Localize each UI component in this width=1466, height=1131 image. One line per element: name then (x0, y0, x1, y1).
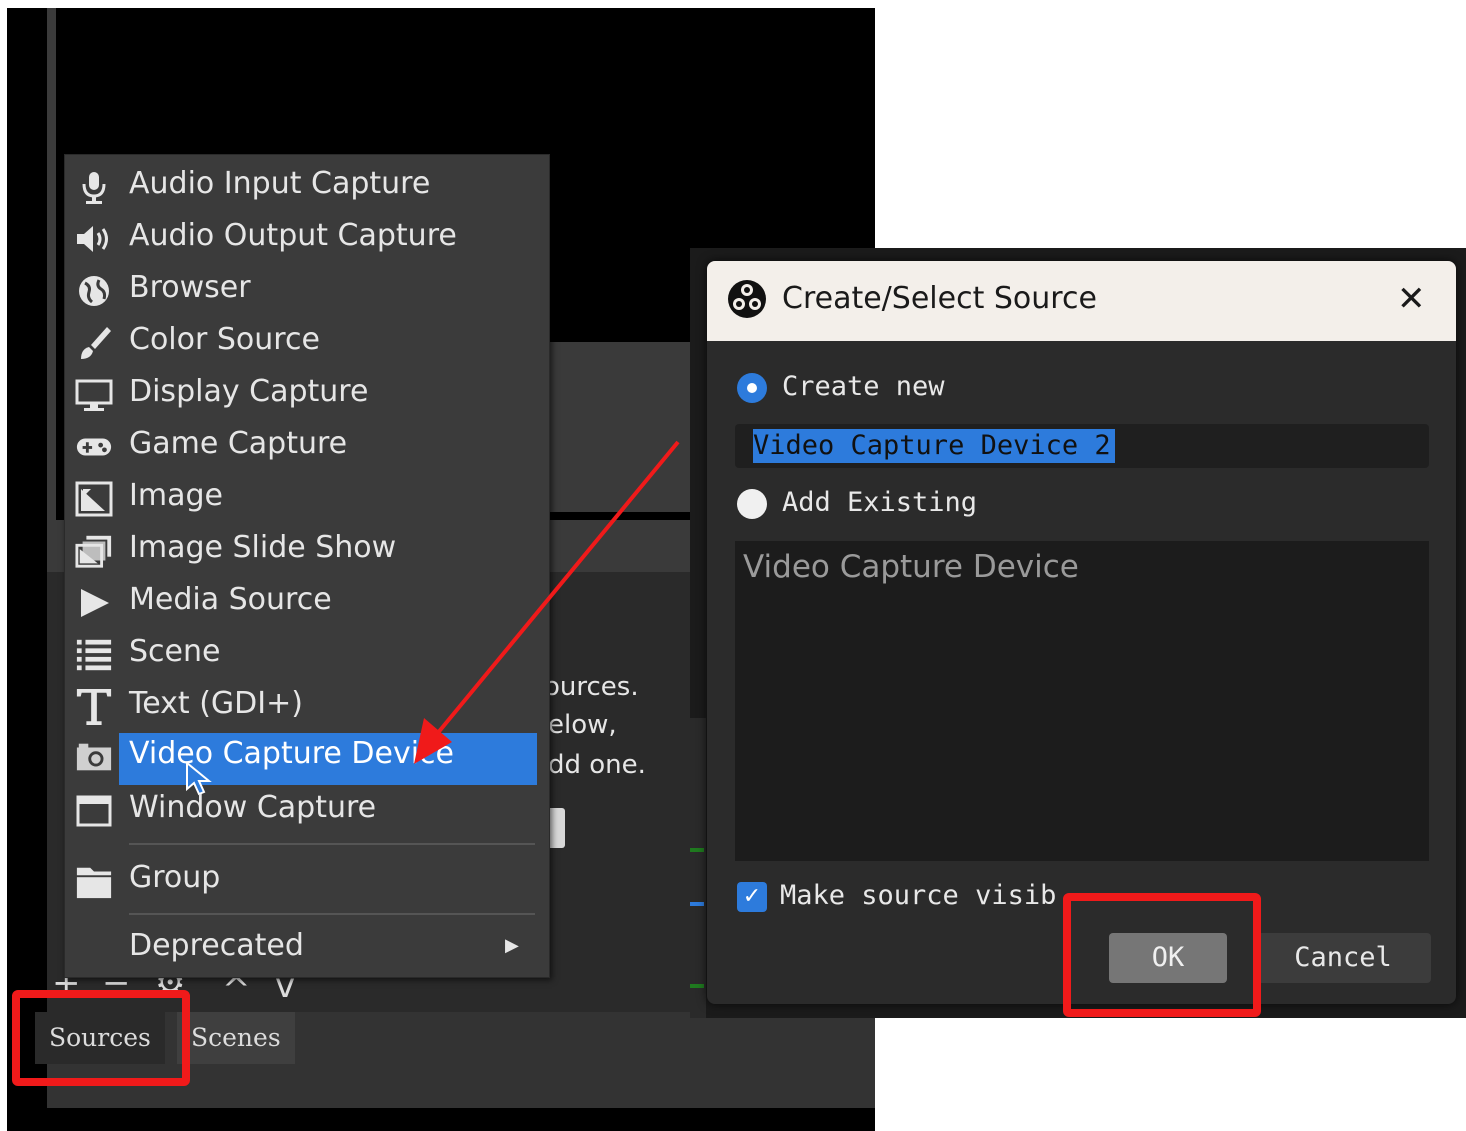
sources-tab-highlight (12, 990, 190, 1086)
ok-button-highlight (1063, 893, 1261, 1017)
